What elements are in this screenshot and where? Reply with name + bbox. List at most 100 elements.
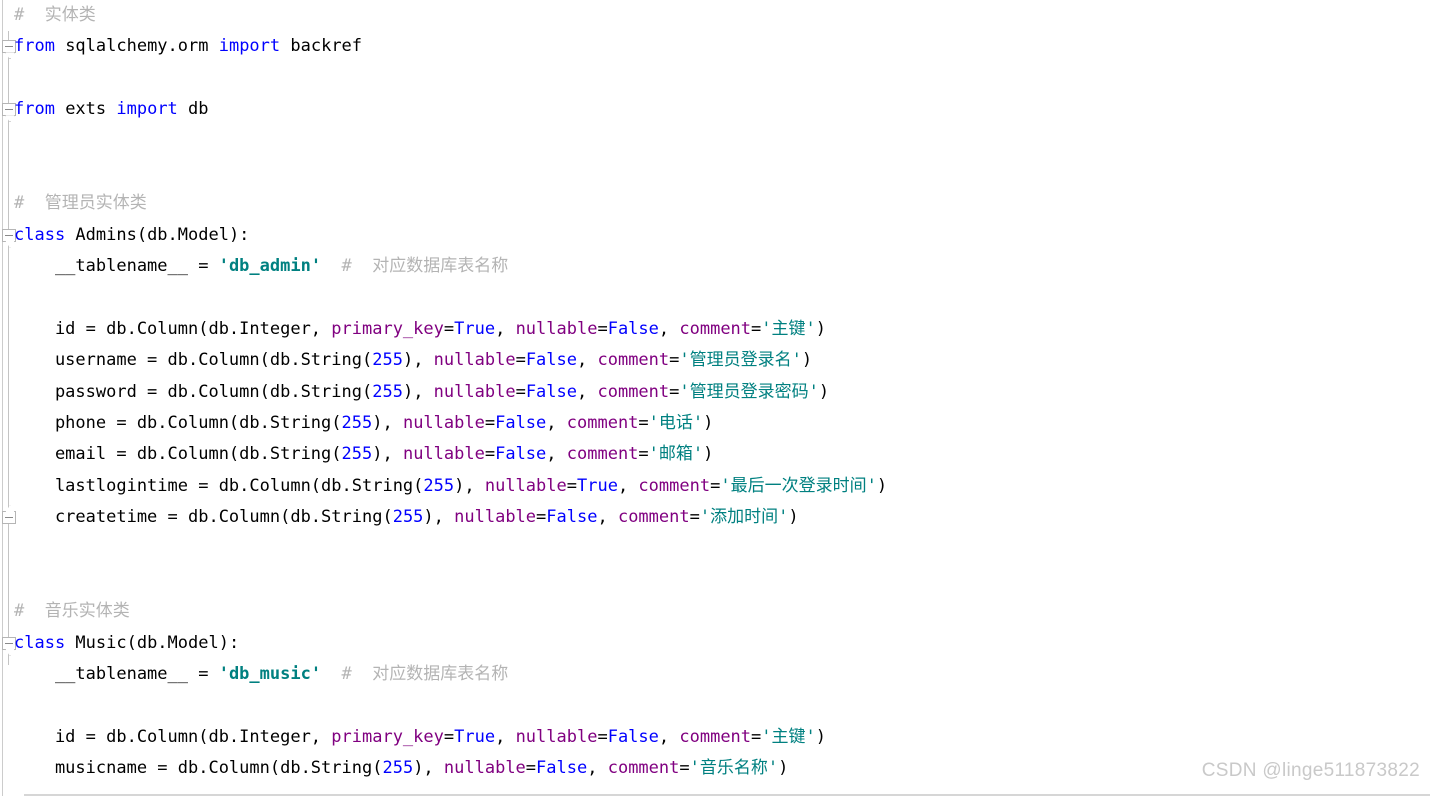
code-token: '邮箱' <box>648 444 704 465</box>
code-token: comment <box>617 507 690 528</box>
code-token: username = db.Column(db.String( <box>14 350 373 371</box>
code-token: 255 <box>423 475 455 496</box>
code-line[interactable]: username = db.Column(db.String(255), nul… <box>14 345 1430 376</box>
code-token: comment <box>566 444 639 465</box>
code-token: , <box>577 350 598 371</box>
code-line[interactable] <box>14 126 1430 157</box>
code-line[interactable]: # 音乐实体类 <box>14 596 1430 627</box>
code-token: False <box>536 758 588 779</box>
code-line[interactable] <box>14 157 1430 188</box>
code-line[interactable]: __tablename__ = 'db_admin' # 对应数据库表名称 <box>14 251 1430 282</box>
code-token: True <box>454 318 496 339</box>
code-token: Admins(db.Model): <box>65 224 250 245</box>
code-line[interactable]: __tablename__ = 'db_music' # 对应数据库表名称 <box>14 659 1430 690</box>
code-token: = <box>679 758 690 779</box>
code-token: = <box>751 318 762 339</box>
code-token: ), <box>454 475 485 496</box>
code-token: False <box>495 444 547 465</box>
code-line[interactable] <box>14 63 1430 94</box>
code-token: lastlogintime = db.Column(db.String( <box>14 475 424 496</box>
code-token: 'db_admin' <box>218 256 322 277</box>
code-token: phone = db.Column(db.String( <box>14 413 342 434</box>
code-line[interactable]: class Music(db.Model): <box>14 628 1430 659</box>
code-token: = <box>638 413 649 434</box>
code-token: 实体类 <box>34 5 96 25</box>
code-token: nullable <box>515 318 598 339</box>
code-token: class <box>14 632 66 653</box>
code-token: email = db.Column(db.String( <box>14 444 342 465</box>
code-token: = <box>566 475 577 496</box>
code-line[interactable] <box>14 565 1430 596</box>
code-content[interactable]: # 实体类 from sqlalchemy.orm import backref … <box>14 0 1430 796</box>
code-token: '最后一次登录时间' <box>720 475 877 496</box>
code-token: 'db_music' <box>218 664 322 685</box>
code-line[interactable]: id = db.Column(db.Integer, primary_key=T… <box>14 722 1430 753</box>
code-token: = <box>751 726 762 747</box>
code-token: 255 <box>372 350 403 371</box>
code-token: ) <box>801 350 813 371</box>
code-token: nullable <box>454 507 537 528</box>
code-line[interactable]: from sqlalchemy.orm import backref <box>14 31 1430 62</box>
code-token: class <box>14 224 66 245</box>
csdn-watermark: CSDN @linge511873822 <box>1201 760 1420 781</box>
minus-icon <box>5 46 13 48</box>
code-token: '音乐名称' <box>689 758 779 779</box>
code-token: '管理员登录密码' <box>679 381 819 402</box>
code-token: '管理员登录名' <box>679 350 802 371</box>
code-line[interactable]: from exts import db <box>14 94 1430 125</box>
code-token: 对应数据库表名称 <box>362 256 509 277</box>
code-token: ), <box>423 507 455 528</box>
code-token: createtime = db.Column(db.String( <box>14 507 393 528</box>
code-line[interactable]: class Admins(db.Model): <box>14 220 1430 251</box>
code-line[interactable]: # 实体类 <box>14 0 1430 31</box>
code-token: nullable <box>443 758 526 779</box>
code-token: ), <box>413 758 444 779</box>
minus-icon <box>5 109 13 111</box>
code-token: # <box>14 5 35 25</box>
code-line[interactable] <box>14 691 1430 722</box>
code-token: comment <box>638 475 711 496</box>
code-line[interactable]: phone = db.Column(db.String(255), nullab… <box>14 408 1430 439</box>
code-token: , <box>546 444 567 465</box>
code-token: 对应数据库表名称 <box>362 664 509 685</box>
code-line[interactable]: password = db.Column(db.String(255), nul… <box>14 377 1430 408</box>
code-line[interactable] <box>14 283 1430 314</box>
code-token: True <box>576 475 618 496</box>
code-token: ) <box>788 507 799 528</box>
code-token: 管理员实体类 <box>34 193 147 214</box>
code-token: = <box>515 350 526 371</box>
code-editor[interactable]: # 实体类 from sqlalchemy.orm import backref … <box>0 0 1430 796</box>
code-token: 255 <box>341 413 373 434</box>
code-token: comment <box>597 381 670 402</box>
code-token: from <box>14 99 55 120</box>
code-line[interactable]: email = db.Column(db.String(255), nullab… <box>14 439 1430 470</box>
code-line[interactable]: createtime = db.Column(db.String(255), n… <box>14 502 1430 533</box>
code-token: ) <box>818 381 830 402</box>
code-token: 255 <box>382 758 414 779</box>
code-token: = <box>597 318 608 339</box>
minus-icon <box>5 517 13 519</box>
code-token: , <box>577 381 598 402</box>
code-token: comment <box>679 318 752 339</box>
code-token: , <box>587 758 608 779</box>
code-token: = <box>536 507 547 528</box>
code-token: = <box>525 758 537 779</box>
code-token: = <box>710 475 721 496</box>
code-token: , <box>658 318 680 339</box>
code-line[interactable] <box>14 534 1430 565</box>
code-token: __tablename__ = <box>14 256 219 277</box>
code-token: nullable <box>515 726 598 747</box>
code-token: = <box>689 507 700 528</box>
code-token: , <box>658 726 680 747</box>
code-token: primary_key <box>331 318 444 339</box>
code-token: = <box>484 413 496 434</box>
code-token: id = db.Column(db.Integer, <box>14 726 332 747</box>
code-token: nullable <box>433 350 516 371</box>
code-line[interactable]: # 管理员实体类 <box>14 188 1430 219</box>
code-token: ), <box>372 413 403 434</box>
code-token: db <box>177 99 209 120</box>
code-line[interactable]: lastlogintime = db.Column(db.String(255)… <box>14 471 1430 502</box>
code-line[interactable]: id = db.Column(db.Integer, primary_key=T… <box>14 314 1430 345</box>
code-token: ), <box>402 350 434 371</box>
code-token: comment <box>607 758 680 779</box>
